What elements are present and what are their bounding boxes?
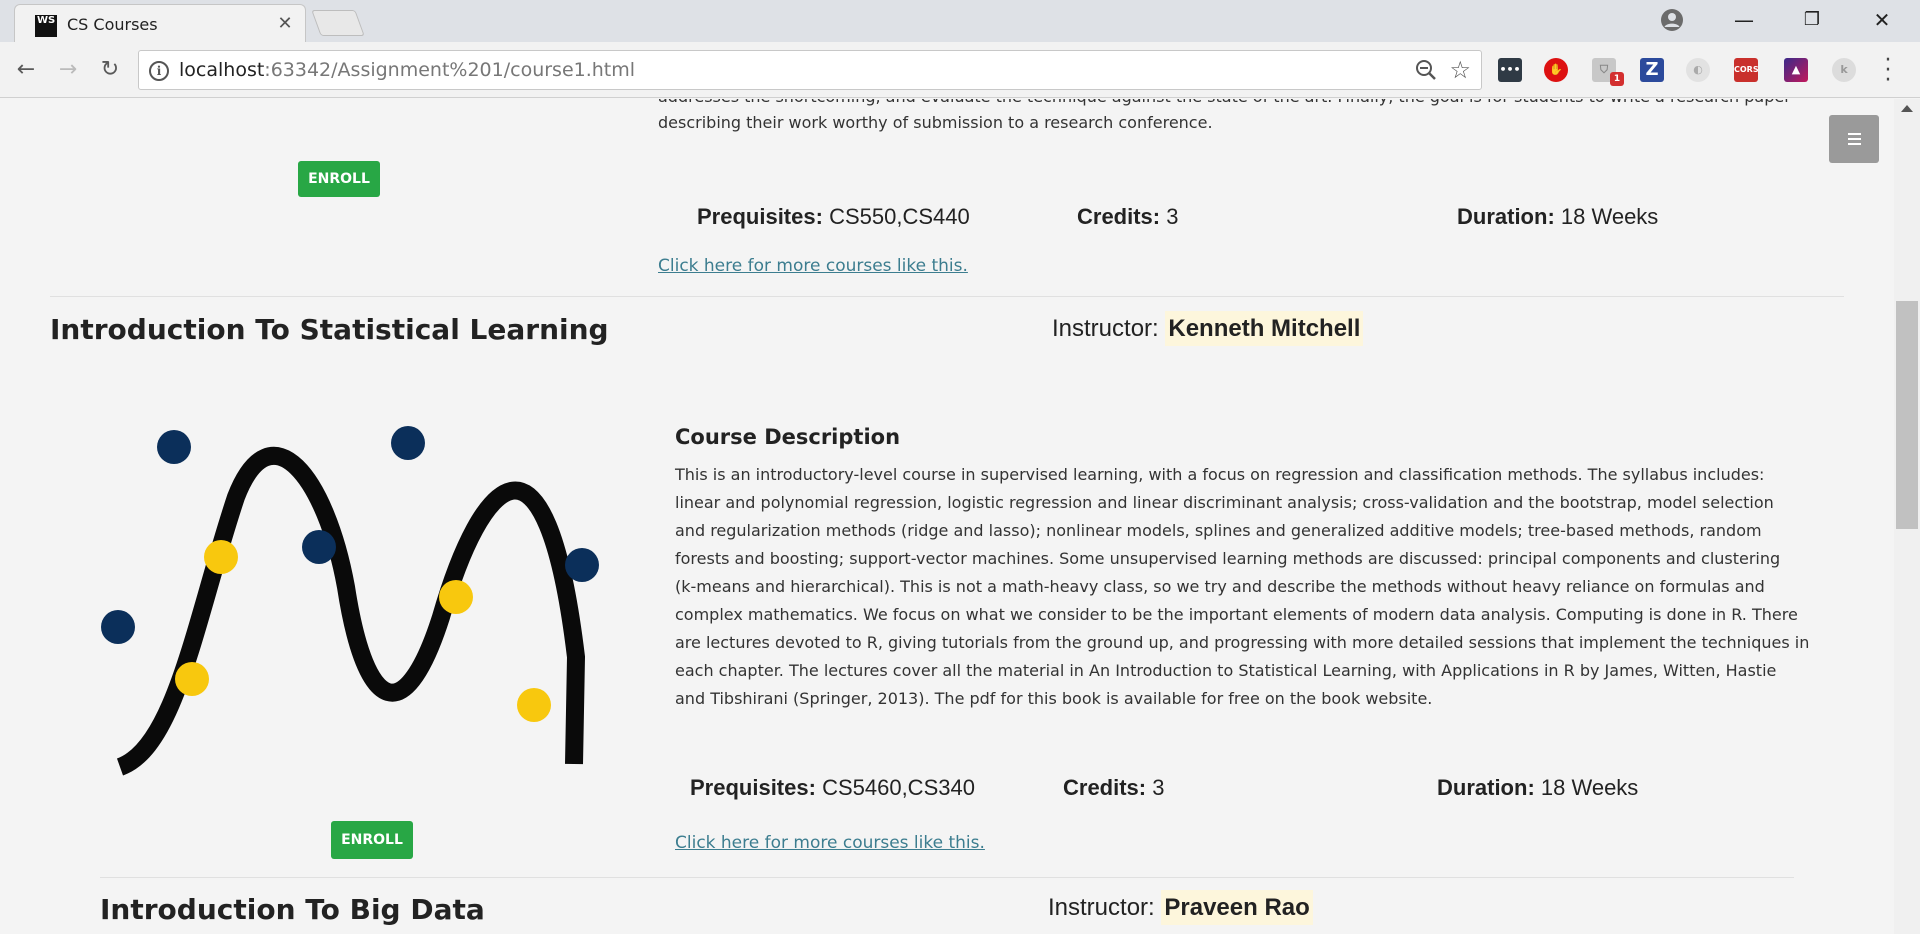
hamburger-bar	[1848, 138, 1861, 140]
description-line: and Tibshirani (Springer, 2013). The pdf…	[675, 689, 1433, 708]
window-close-icon[interactable]: ✕	[1862, 6, 1902, 34]
credits: Credits: 3	[1063, 775, 1165, 800]
course-title: Introduction To Statistical Learning	[50, 313, 609, 346]
adblock-icon[interactable]: ✋	[1544, 58, 1568, 82]
tab-title: CS Courses	[67, 15, 158, 34]
extension-badge: 1	[1610, 72, 1624, 86]
prerequisites: Prequisites: CS5460,CS340	[690, 775, 975, 800]
scroll-up-arrow-icon[interactable]	[1901, 105, 1913, 112]
ghost-extension-icon[interactable]: ◐	[1686, 58, 1710, 82]
restore-icon[interactable]: ❐	[1792, 6, 1832, 34]
description-line: each chapter. The lectures cover all the…	[675, 661, 1777, 680]
more-courses-link[interactable]: Click here for more courses like this.	[658, 256, 968, 276]
profile-icon[interactable]	[1660, 8, 1684, 32]
description-line: linear and polynomial regression, logist…	[675, 493, 1774, 512]
back-arrow-icon[interactable]: ←	[12, 56, 40, 84]
instructor-name: Praveen Rao	[1161, 890, 1313, 925]
hamburger-bar	[1848, 143, 1861, 145]
webstorm-favicon-icon: WS	[35, 15, 57, 37]
statistical-learning-illustration	[101, 426, 599, 776]
k-extension-icon[interactable]: k	[1832, 58, 1856, 82]
description-line: This is an introductory-level course in …	[675, 465, 1765, 484]
course-title: Introduction To Big Data	[100, 893, 485, 926]
instructor-name: Kenneth Mitchell	[1165, 311, 1364, 346]
vertical-scrollbar[interactable]	[1894, 99, 1920, 934]
zoom-icon[interactable]	[1415, 59, 1437, 81]
instructor: Instructor: Kenneth Mitchell	[1052, 311, 1364, 346]
instructor: Instructor: Praveen Rao	[1048, 890, 1313, 925]
cors-extension-icon[interactable]: CORS	[1734, 58, 1759, 82]
description-line: and regularization methods (ridge and la…	[675, 521, 1762, 540]
minimize-icon[interactable]: —	[1724, 6, 1764, 34]
course-description-heading: Course Description	[675, 425, 901, 449]
browser-tab[interactable]: WS CS Courses ✕	[14, 4, 306, 42]
hamburger-bar	[1848, 133, 1861, 135]
course-divider	[100, 877, 1794, 878]
prerequisites: Prequisites: CS550,CS440	[697, 204, 970, 229]
browser-tab-strip: WS CS Courses ✕ — ❐ ✕	[0, 0, 1920, 42]
hamburger-menu-button[interactable]	[1829, 115, 1879, 163]
reload-icon[interactable]: ↻	[96, 56, 124, 84]
description-line: forests and boosting; support-vector mac…	[675, 549, 1781, 568]
color-extension-icon[interactable]: ▲	[1784, 58, 1808, 82]
previous-course-description-line: describing their work worthy of submissi…	[658, 113, 1213, 132]
site-info-icon[interactable]: i	[149, 61, 169, 81]
description-line: complex mathematics. We focus on what we…	[675, 605, 1798, 624]
enroll-button[interactable]: ENROLL	[331, 821, 413, 859]
duration: Duration: 18 Weeks	[1457, 204, 1659, 229]
scrollbar-thumb[interactable]	[1896, 301, 1918, 529]
credits: Credits: 3	[1077, 204, 1179, 229]
bookmark-star-icon[interactable]: ☆	[1449, 56, 1471, 84]
browser-menu-icon[interactable]: · · ·	[1882, 50, 1894, 92]
more-courses-link[interactable]: Click here for more courses like this.	[675, 833, 985, 853]
url-text[interactable]: localhost:63342/Assignment%201/course1.h…	[179, 59, 635, 81]
zotero-icon[interactable]: Z	[1640, 58, 1664, 82]
extension-dots-icon[interactable]: •••	[1498, 58, 1522, 82]
forward-arrow-icon[interactable]: →	[54, 56, 82, 84]
address-bar[interactable]: i localhost:63342/Assignment%201/course1…	[138, 50, 1482, 90]
page-content: addresses the shortcoming, and evaluate …	[0, 99, 1920, 934]
description-line: (k-means and hierarchical). This is not …	[675, 577, 1765, 596]
description-line: are lectures devoted to R, giving tutori…	[675, 633, 1810, 652]
tab-close-icon[interactable]: ✕	[275, 13, 295, 34]
new-tab-button[interactable]	[311, 10, 365, 36]
duration: Duration: 18 Weeks	[1437, 775, 1639, 800]
enroll-button[interactable]: ENROLL	[298, 161, 380, 197]
browser-toolbar: ← → ↻ i localhost:63342/Assignment%201/c…	[0, 42, 1920, 98]
course-divider	[50, 296, 1844, 297]
